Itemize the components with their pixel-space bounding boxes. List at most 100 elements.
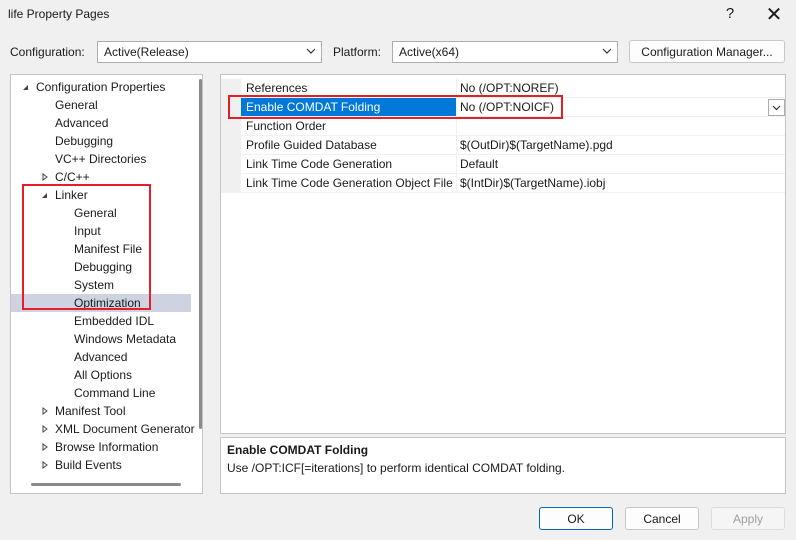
tree-item[interactable]: General [11, 96, 191, 114]
tree-item-label: Debugging [74, 260, 133, 274]
property-row[interactable]: References No (/OPT:NOREF) [221, 79, 785, 98]
tree-item-label: Advanced [55, 116, 109, 130]
tree-item-label: Input [74, 224, 101, 238]
title-bar: life Property Pages ? ✕ [0, 0, 796, 30]
tree-item[interactable]: Windows Metadata [11, 330, 191, 348]
tree-item[interactable]: Debugging [11, 258, 191, 276]
apply-button[interactable]: Apply [711, 507, 785, 530]
configuration-combo[interactable]: Active(Release) [97, 41, 322, 63]
tree-item-label: Debugging [55, 134, 114, 148]
tree-item-label: XML Document Generator [55, 422, 195, 436]
tree-item-label: Manifest Tool [55, 404, 126, 418]
property-row[interactable]: Link Time Code Generation Object File $(I… [221, 174, 785, 193]
tree-item[interactable]: Configuration Properties [11, 78, 191, 96]
tree-item-label: Manifest File [74, 242, 143, 256]
description-text: Use /OPT:ICF[=iterations] to perform ide… [227, 461, 566, 475]
expanded-triangle-icon[interactable] [40, 186, 50, 204]
tree-item[interactable]: Input [11, 222, 191, 240]
property-name[interactable]: References [241, 79, 457, 98]
tree-item[interactable]: Advanced [11, 114, 191, 132]
close-icon[interactable]: ✕ [762, 2, 786, 27]
tree-item-label: Windows Metadata [74, 332, 177, 346]
property-row[interactable]: Profile Guided Database $(OutDir)$(Target… [221, 136, 785, 155]
tree-item-label: C/C++ [55, 170, 90, 184]
tree-item-label: Command Line [74, 386, 156, 400]
tree-item[interactable]: C/C++ [11, 168, 191, 186]
property-name[interactable]: Function Order [241, 117, 457, 136]
tree-item-label: General [55, 98, 98, 112]
tree-item-label: All Options [74, 368, 133, 382]
window-title: life Property Pages [8, 7, 110, 21]
configuration-manager-button[interactable]: Configuration Manager... [629, 40, 785, 63]
tree-item[interactable]: Linker [11, 186, 191, 204]
property-grid[interactable]: References No (/OPT:NOREF) Enable COMDAT F… [220, 74, 786, 434]
tree-item[interactable]: Debugging [11, 132, 191, 150]
description-title: Enable COMDAT Folding [227, 443, 369, 457]
help-icon[interactable]: ? [720, 5, 740, 22]
tree-item[interactable]: General [11, 204, 191, 222]
property-row[interactable]: Function Order [221, 117, 785, 136]
row-gutter [221, 117, 241, 136]
tree-item[interactable]: VC++ Directories [11, 150, 191, 168]
platform-label: Platform: [333, 45, 382, 59]
property-value[interactable]: No (/OPT:NOICF) [457, 98, 785, 117]
tree-horizontal-scrollbar[interactable] [31, 483, 181, 486]
tree-item[interactable]: Optimization [11, 294, 191, 312]
ok-button[interactable]: OK [539, 507, 613, 530]
tree-item[interactable]: XML Document Generator [11, 420, 195, 438]
collapsed-triangle-icon[interactable] [40, 168, 50, 186]
platform-value: Active(x64) [399, 45, 460, 59]
property-dropdown-button[interactable] [768, 99, 785, 116]
row-gutter [221, 136, 241, 155]
collapsed-triangle-icon[interactable] [40, 420, 50, 438]
row-gutter [221, 155, 241, 174]
tree-item-label: Configuration Properties [36, 80, 166, 94]
tree-item-label: System [74, 278, 115, 292]
collapsed-triangle-icon[interactable] [40, 438, 50, 456]
tree-vertical-scrollbar[interactable] [199, 79, 202, 429]
property-row[interactable]: Link Time Code Generation Default [221, 155, 785, 174]
property-value[interactable]: $(IntDir)$(TargetName).iobj [457, 174, 785, 193]
row-gutter [221, 98, 241, 117]
property-name[interactable]: Enable COMDAT Folding [241, 98, 457, 117]
description-panel: Enable COMDAT Folding Use /OPT:ICF[=iter… [220, 437, 786, 494]
tree-item[interactable]: Browse Information [11, 438, 191, 456]
property-value[interactable]: No (/OPT:NOREF) [457, 79, 785, 98]
cancel-button[interactable]: Cancel [625, 507, 699, 530]
tree-item[interactable]: Command Line [11, 384, 191, 402]
configuration-value: Active(Release) [104, 45, 189, 59]
tree-item-label: Advanced [74, 350, 128, 364]
property-name[interactable]: Link Time Code Generation [241, 155, 457, 174]
chevron-down-icon [602, 48, 612, 54]
tree-item[interactable]: Build Events [11, 456, 191, 474]
row-gutter [221, 79, 241, 98]
tree-item-label: Browse Information [55, 440, 159, 454]
configuration-label: Configuration: [10, 45, 85, 59]
property-row[interactable]: Enable COMDAT Folding No (/OPT:NOICF) [221, 98, 785, 117]
tree-item[interactable]: System [11, 276, 191, 294]
platform-combo[interactable]: Active(x64) [392, 41, 618, 63]
chevron-down-icon [306, 48, 316, 54]
collapsed-triangle-icon[interactable] [40, 402, 50, 420]
chevron-down-icon [772, 105, 781, 111]
tree-item-label: General [74, 206, 117, 220]
property-value[interactable]: Default [457, 155, 785, 174]
tree-item-label: VC++ Directories [55, 152, 147, 166]
property-name[interactable]: Link Time Code Generation Object File [241, 174, 457, 193]
property-value[interactable] [457, 117, 785, 136]
tree-item[interactable]: Embedded IDL [11, 312, 191, 330]
tree-item[interactable]: Advanced [11, 348, 191, 366]
tree-item[interactable]: Manifest Tool [11, 402, 191, 420]
tree-item-label: Linker [55, 188, 88, 202]
tree-item-label: Build Events [55, 458, 122, 472]
row-gutter [221, 174, 241, 193]
category-tree[interactable]: Configuration Properties General Advanced D… [10, 74, 203, 494]
tree-item[interactable]: Manifest File [11, 240, 191, 258]
collapsed-triangle-icon[interactable] [40, 456, 50, 474]
expanded-triangle-icon[interactable] [21, 78, 31, 96]
property-name[interactable]: Profile Guided Database [241, 136, 457, 155]
tree-item[interactable]: All Options [11, 366, 191, 384]
tree-item-label: Embedded IDL [74, 314, 155, 328]
tree-item-label: Optimization [74, 296, 141, 310]
property-value[interactable]: $(OutDir)$(TargetName).pgd [457, 136, 785, 155]
